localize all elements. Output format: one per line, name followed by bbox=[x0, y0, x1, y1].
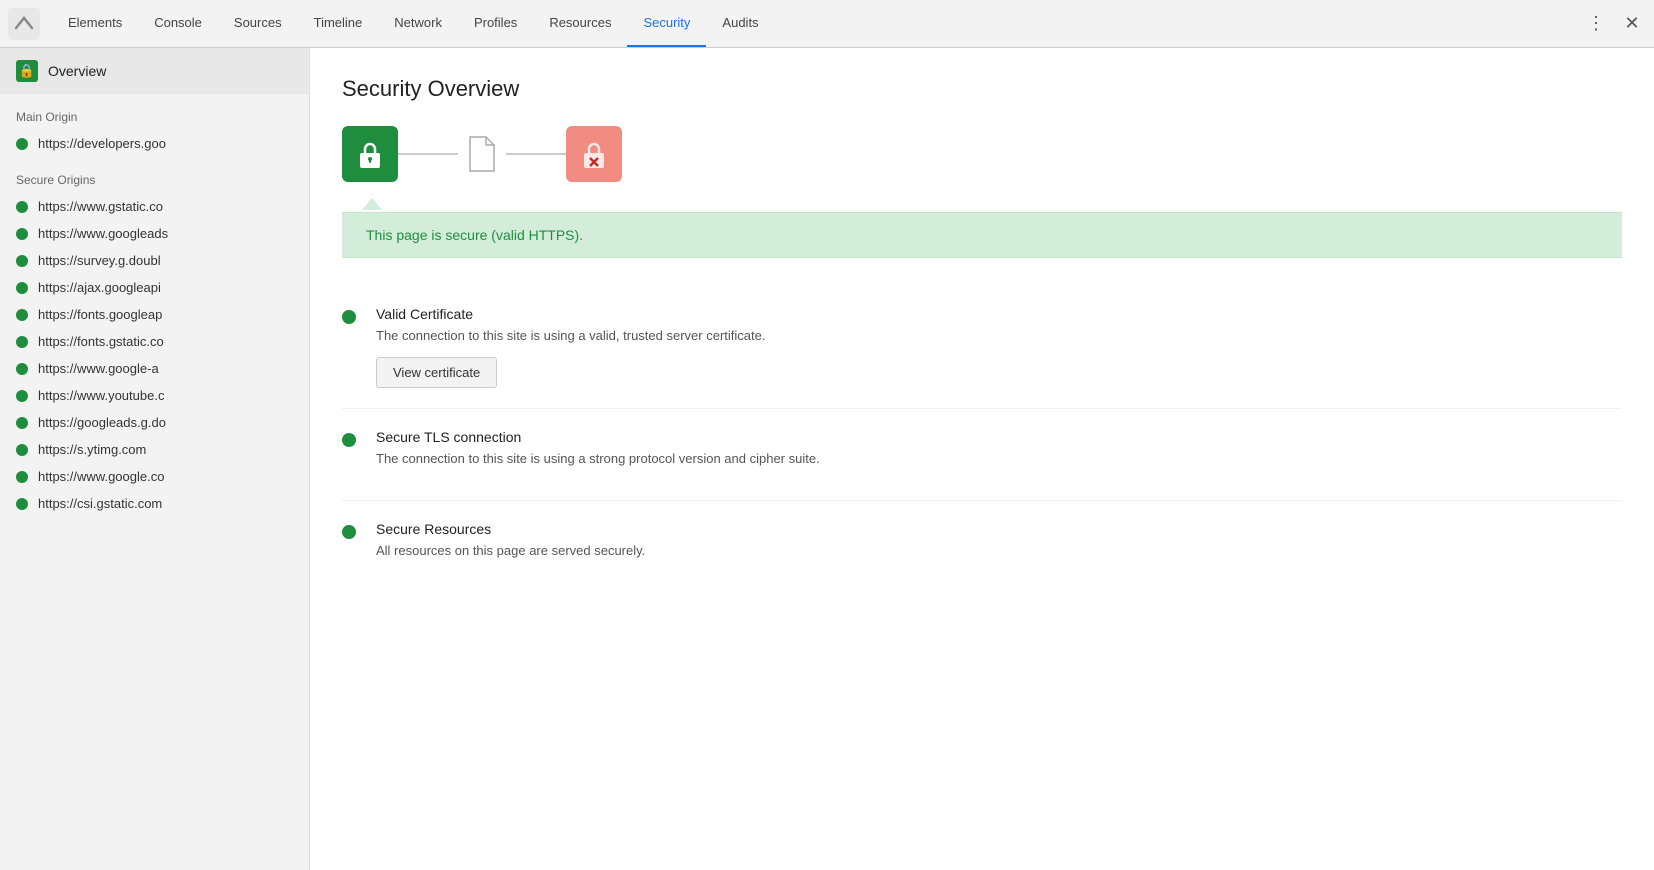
sidebar-overview-item[interactable]: 🔒 Overview bbox=[0, 48, 309, 94]
list-item[interactable]: https://csi.gstatic.com bbox=[0, 490, 309, 517]
list-item[interactable]: https://www.gstatic.co bbox=[0, 193, 309, 220]
list-item[interactable]: https://www.google.co bbox=[0, 463, 309, 490]
secure-origins-header: Secure Origins bbox=[0, 157, 309, 193]
list-item[interactable]: https://www.youtube.c bbox=[0, 382, 309, 409]
list-item[interactable]: https://fonts.gstatic.co bbox=[0, 328, 309, 355]
security-diagram bbox=[342, 126, 1622, 198]
tab-sources[interactable]: Sources bbox=[218, 0, 298, 47]
origin-dot bbox=[16, 498, 28, 510]
diagram-line-left bbox=[398, 153, 458, 155]
secure-lock-icon bbox=[342, 126, 398, 182]
origin-dot bbox=[16, 228, 28, 240]
origin-dot bbox=[16, 390, 28, 402]
origin-dot bbox=[16, 201, 28, 213]
certificate-dot bbox=[342, 310, 356, 324]
list-item[interactable]: https://s.ytimg.com bbox=[0, 436, 309, 463]
tab-timeline[interactable]: Timeline bbox=[298, 0, 379, 47]
close-button[interactable]: ✕ bbox=[1618, 10, 1646, 38]
triangle-pointer-container bbox=[342, 198, 1622, 212]
origin-url: https://csi.gstatic.com bbox=[38, 496, 162, 511]
tab-security[interactable]: Security bbox=[627, 0, 706, 47]
origin-url: https://www.google-a bbox=[38, 361, 159, 376]
resources-section: Secure Resources All resources on this p… bbox=[342, 501, 1622, 592]
main-layout: 🔒 Overview Main Origin https://developer… bbox=[0, 48, 1654, 870]
resources-desc: All resources on this page are served se… bbox=[376, 543, 1622, 558]
main-origin-item[interactable]: https://developers.goo bbox=[0, 130, 309, 157]
list-item[interactable]: https://fonts.googleap bbox=[0, 301, 309, 328]
origin-dot bbox=[16, 309, 28, 321]
list-item[interactable]: https://survey.g.doubl bbox=[0, 247, 309, 274]
main-origin-url: https://developers.goo bbox=[38, 136, 166, 151]
devtools-logo bbox=[8, 8, 40, 40]
list-item[interactable]: https://www.google-a bbox=[0, 355, 309, 382]
status-text: This page is secure (valid HTTPS). bbox=[366, 227, 583, 243]
tab-elements[interactable]: Elements bbox=[52, 0, 138, 47]
origin-url: https://fonts.gstatic.co bbox=[38, 334, 164, 349]
more-options-button[interactable]: ⋮ bbox=[1582, 10, 1610, 38]
list-item[interactable]: https://ajax.googleapi bbox=[0, 274, 309, 301]
triangle-pointer bbox=[362, 198, 382, 210]
origin-dot bbox=[16, 336, 28, 348]
origin-dot bbox=[16, 444, 28, 456]
origin-url: https://www.youtube.c bbox=[38, 388, 164, 403]
origin-url: https://www.gstatic.co bbox=[38, 199, 163, 214]
origin-dot bbox=[16, 282, 28, 294]
origin-dot bbox=[16, 417, 28, 429]
main-origin-header: Main Origin bbox=[0, 94, 309, 130]
origin-url: https://www.googleads bbox=[38, 226, 168, 241]
main-origin-dot bbox=[16, 138, 28, 150]
certificate-section: Valid Certificate The connection to this… bbox=[342, 286, 1622, 409]
document-icon bbox=[458, 126, 506, 182]
insecure-lock-icon bbox=[566, 126, 622, 182]
toolbar: Elements Console Sources Timeline Networ… bbox=[0, 0, 1654, 48]
sidebar: 🔒 Overview Main Origin https://developer… bbox=[0, 48, 310, 870]
tls-desc: The connection to this site is using a s… bbox=[376, 451, 1622, 466]
view-certificate-button[interactable]: View certificate bbox=[376, 357, 497, 388]
diagram-line-right bbox=[506, 153, 566, 155]
origin-url: https://ajax.googleapi bbox=[38, 280, 161, 295]
tls-section: Secure TLS connection The connection to … bbox=[342, 409, 1622, 501]
origin-url: https://survey.g.doubl bbox=[38, 253, 161, 268]
tab-audits[interactable]: Audits bbox=[706, 0, 774, 47]
origin-url: https://googleads.g.do bbox=[38, 415, 166, 430]
tls-dot bbox=[342, 433, 356, 447]
tab-profiles[interactable]: Profiles bbox=[458, 0, 533, 47]
resources-content: Secure Resources All resources on this p… bbox=[376, 521, 1622, 572]
status-banner: This page is secure (valid HTTPS). bbox=[342, 212, 1622, 258]
overview-label: Overview bbox=[48, 63, 106, 79]
resources-title: Secure Resources bbox=[376, 521, 1622, 537]
tab-console[interactable]: Console bbox=[138, 0, 218, 47]
certificate-desc: The connection to this site is using a v… bbox=[376, 328, 1622, 343]
certificate-content: Valid Certificate The connection to this… bbox=[376, 306, 1622, 388]
overview-lock-icon: 🔒 bbox=[16, 60, 38, 82]
content-area: Security Overview bbox=[310, 48, 1654, 870]
certificate-title: Valid Certificate bbox=[376, 306, 1622, 322]
origin-url: https://www.google.co bbox=[38, 469, 164, 484]
list-item[interactable]: https://googleads.g.do bbox=[0, 409, 309, 436]
origin-url: https://fonts.googleap bbox=[38, 307, 162, 322]
tab-resources[interactable]: Resources bbox=[533, 0, 627, 47]
origin-dot bbox=[16, 255, 28, 267]
page-title: Security Overview bbox=[342, 76, 1622, 102]
origin-url: https://s.ytimg.com bbox=[38, 442, 146, 457]
tls-title: Secure TLS connection bbox=[376, 429, 1622, 445]
toolbar-actions: ⋮ ✕ bbox=[1582, 10, 1646, 38]
tls-content: Secure TLS connection The connection to … bbox=[376, 429, 1622, 480]
content-inner: Security Overview bbox=[310, 48, 1654, 624]
list-item[interactable]: https://www.googleads bbox=[0, 220, 309, 247]
tab-bar: Elements Console Sources Timeline Networ… bbox=[52, 0, 1582, 47]
origin-dot bbox=[16, 471, 28, 483]
origin-dot bbox=[16, 363, 28, 375]
tab-network[interactable]: Network bbox=[378, 0, 458, 47]
resources-dot bbox=[342, 525, 356, 539]
